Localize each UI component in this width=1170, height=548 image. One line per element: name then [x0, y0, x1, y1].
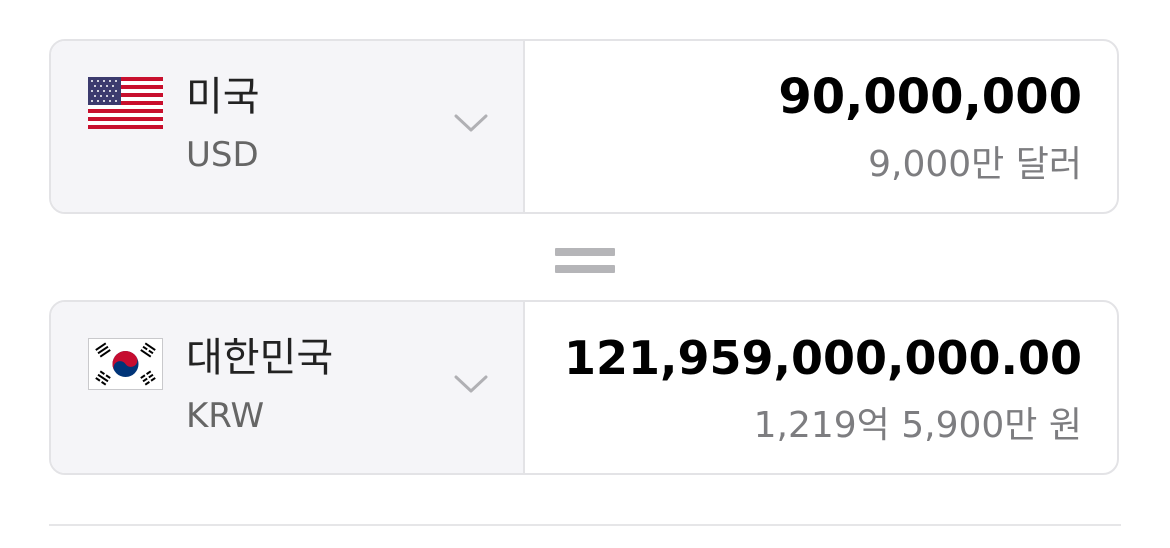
from-amount[interactable]: 90,000,000 — [778, 67, 1082, 127]
us-flag-icon — [88, 77, 163, 129]
to-amount[interactable]: 121,959,000,000.00 — [564, 328, 1082, 388]
from-currency-code: USD — [186, 135, 259, 175]
equals-bar-bottom — [555, 265, 615, 273]
from-currency-card: 미국 USD 90,000,000 9,000만 달러 — [49, 39, 1119, 214]
to-amount-field[interactable]: 121,959,000,000.00 1,219억 5,900만 원 — [525, 302, 1117, 473]
section-divider — [49, 524, 1121, 526]
to-currency-card: 대한민국 KRW 121,959,000,000.00 1,219억 5,900… — [49, 300, 1119, 475]
to-country-name: 대한민국 — [186, 335, 334, 381]
chevron-down-icon[interactable] — [453, 111, 489, 135]
from-currency-selector[interactable]: 미국 USD — [51, 41, 525, 212]
to-currency-code: KRW — [186, 396, 265, 436]
from-amount-field[interactable]: 90,000,000 9,000만 달러 — [525, 41, 1117, 212]
chevron-down-icon[interactable] — [453, 372, 489, 396]
from-country-name: 미국 — [186, 74, 260, 120]
from-amount-words: 9,000만 달러 — [868, 144, 1082, 185]
to-currency-selector[interactable]: 대한민국 KRW — [51, 302, 525, 473]
kr-flag-icon — [88, 338, 163, 390]
equals-icon — [555, 248, 615, 274]
equals-bar-top — [555, 248, 615, 256]
to-amount-words: 1,219억 5,900만 원 — [753, 405, 1082, 446]
